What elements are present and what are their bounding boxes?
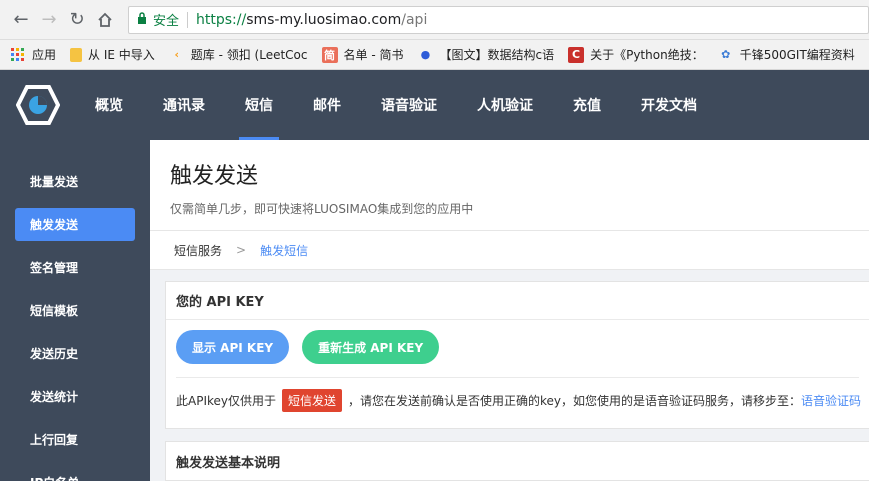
bookmark-label: 千锋500GIT编程资料 (739, 48, 855, 62)
back-arrow-icon[interactable]: ← (10, 9, 32, 31)
api-key-actions: 显示 API KEY 重新生成 API KEY (176, 320, 859, 378)
bookmark-label: 【图文】数据结构c语 (439, 48, 555, 62)
top-navigation: 概览 通讯录 短信 邮件 语音验证 人机验证 充值 开发文档 (75, 70, 717, 140)
nav-sms[interactable]: 短信 (225, 70, 293, 140)
bookmark-qianfeng[interactable]: ✿ 千锋500GIT编程资料 (718, 46, 855, 63)
address-divider (187, 11, 189, 28)
lock-icon (137, 12, 147, 27)
breadcrumb-current[interactable]: 触发短信 (260, 242, 308, 259)
bookmark-jianshu[interactable]: 简 名单 - 简书 (321, 46, 404, 63)
voice-code-link[interactable]: 语音验证码 (801, 392, 861, 409)
page-title: 触发发送 (170, 164, 259, 189)
breadcrumb-root[interactable]: 短信服务 (174, 242, 222, 259)
bookmarks-bar: 应用 从 IE 中导入 ‹ 题库 - 领扣 (LeetCoc 简 名单 - 简书… (0, 40, 869, 70)
sidebar-item-batch-send[interactable]: 批量发送 (15, 165, 135, 198)
url-host: sms-my.luosimao.com (246, 11, 402, 28)
sidebar-item-template[interactable]: 短信模板 (15, 294, 135, 327)
nav-contacts[interactable]: 通讯录 (143, 70, 225, 140)
leetcode-icon: ‹ (174, 48, 180, 61)
bookmark-label: 从 IE 中导入 (88, 48, 155, 62)
api-key-card-title: 您的 API KEY (166, 282, 869, 320)
bookmark-apps[interactable]: 应用 (10, 46, 56, 63)
nav-recharge[interactable]: 充值 (553, 70, 621, 140)
jianshu-icon: 简 (321, 46, 338, 63)
breadcrumb-separator: > (236, 243, 247, 257)
bookmark-leetcode[interactable]: ‹ 题库 - 领扣 (LeetCoc (169, 46, 308, 63)
apps-grid-icon (10, 47, 26, 63)
sidebar-item-stats[interactable]: 发送统计 (15, 380, 135, 413)
regenerate-api-key-button[interactable]: 重新生成 API KEY (302, 330, 440, 364)
sidebar-item-ip-whitelist[interactable]: IP白名单 (15, 466, 135, 481)
secure-label: 安全 (153, 14, 180, 29)
bookmark-label: 名单 - 简书 (343, 48, 404, 62)
nav-email[interactable]: 邮件 (293, 70, 361, 140)
bookmark-label: 题库 - 领扣 (LeetCoc (190, 48, 308, 62)
trigger-info-card-title: 触发发送基本说明 (165, 441, 869, 481)
page-subtitle: 仅需简单几步，即可快速将LUOSIMAO集成到您的应用中 (170, 202, 474, 216)
nav-dev-docs[interactable]: 开发文档 (621, 70, 717, 140)
folder-icon (70, 47, 83, 62)
sidebar-item-trigger-send[interactable]: 触发发送 (15, 208, 135, 241)
home-icon[interactable] (94, 9, 116, 31)
csdn-icon: C (568, 46, 585, 63)
bookmark-baidu-wenku[interactable]: ● 【图文】数据结构c语 (417, 46, 554, 63)
browser-toolbar: ← → ↻ 安全 https:// sms-my.luosimao.com /a… (0, 0, 869, 40)
sidebar-item-history[interactable]: 发送历史 (15, 337, 135, 370)
url-protocol: https:// (196, 11, 247, 28)
page-header: 触发发送 仅需简单几步，即可快速将LUOSIMAO集成到您的应用中 (150, 140, 869, 230)
nav-captcha[interactable]: 人机验证 (457, 70, 553, 140)
nav-overview[interactable]: 概览 (75, 70, 143, 140)
note-text-after: ，请您在发送前确认是否使用正确的key，如您使用的是语音验证码服务，请移步至： (348, 394, 802, 408)
breadcrumb: 短信服务 > 触发短信 (150, 230, 869, 270)
bookmark-label: 应用 (32, 48, 57, 62)
api-key-card: 您的 API KEY 显示 API KEY 重新生成 API KEY 此APIk… (165, 281, 869, 429)
nav-voice-verify[interactable]: 语音验证 (361, 70, 457, 140)
bookmark-label: 关于《Python绝技： (590, 48, 704, 62)
show-api-key-button[interactable]: 显示 API KEY (176, 330, 290, 364)
sidebar-item-signature[interactable]: 签名管理 (15, 251, 135, 284)
cloud-icon: ✿ (721, 48, 731, 61)
note-text-before: 此APIkey仅供用于 (176, 394, 276, 408)
url-path: /api (401, 11, 428, 28)
sidebar-item-replies[interactable]: 上行回复 (15, 423, 135, 456)
api-key-note: 此APIkey仅供用于 短信发送 ，请您在发送前确认是否使用正确的key，如您使… (166, 378, 869, 428)
address-bar[interactable]: 安全 https:// sms-my.luosimao.com /api (128, 5, 869, 34)
baidu-paw-icon: ● (420, 48, 431, 61)
content-area: 触发发送 仅需简单几步，即可快速将LUOSIMAO集成到您的应用中 短信服务 >… (150, 140, 869, 481)
reload-icon[interactable]: ↻ (66, 9, 88, 31)
site-header: 概览 通讯录 短信 邮件 语音验证 人机验证 充值 开发文档 (0, 70, 869, 140)
sidebar: 批量发送 触发发送 签名管理 短信模板 发送历史 发送统计 上行回复 IP白名单 (0, 140, 150, 481)
forward-arrow-icon[interactable]: → (38, 9, 60, 31)
bookmark-ie-import[interactable]: 从 IE 中导入 (70, 46, 155, 63)
luosimao-logo[interactable] (0, 70, 75, 140)
bookmark-csdn[interactable]: C 关于《Python绝技： (568, 46, 704, 63)
sms-send-badge: 短信发送 (282, 389, 343, 412)
main-area: 批量发送 触发发送 签名管理 短信模板 发送历史 发送统计 上行回复 IP白名单… (0, 140, 869, 481)
